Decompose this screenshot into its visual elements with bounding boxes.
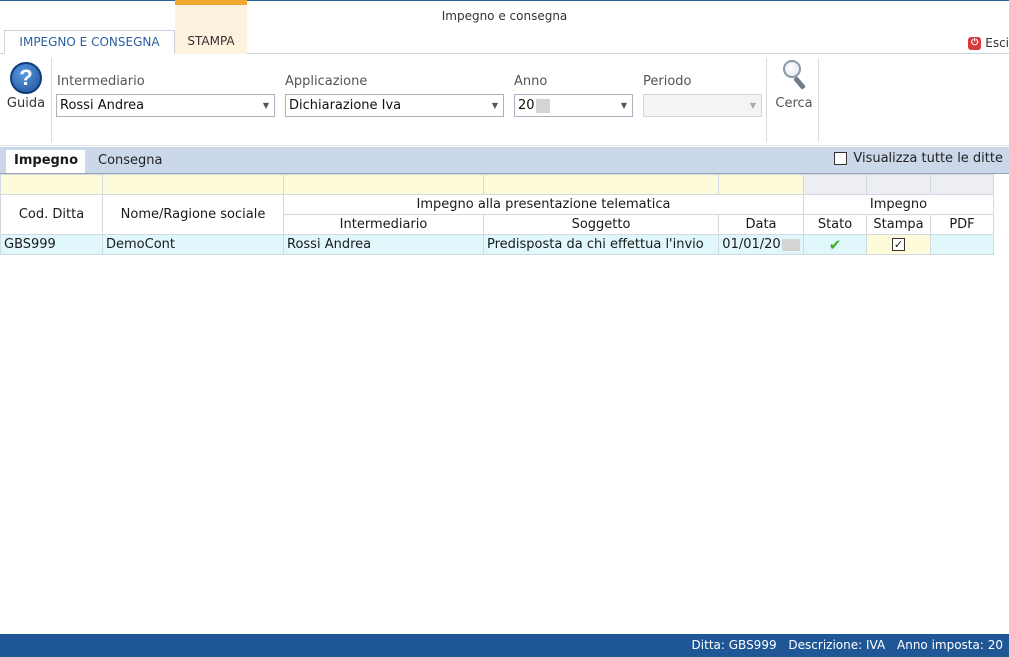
chevron-down-icon: ▼ [262,101,269,110]
cell-data-value: 01/01/20 [722,237,781,252]
chevron-down-icon: ▼ [491,101,498,110]
title-bar: Impegno e consegna [0,0,1009,30]
group-header-impegno: Impegno [803,194,994,215]
cell-stato[interactable]: ✔ [803,234,867,255]
filter-row [0,174,994,195]
checkmark-icon: ✔ [828,235,842,254]
periodo-label: Periodo [643,74,692,89]
intermediario-label: Intermediario [57,74,145,89]
stampa-checkbox[interactable]: ✓ [892,238,905,251]
filter-cell[interactable] [0,174,103,195]
power-icon: ⏻ [968,36,982,50]
tab-consegna[interactable]: Consegna [90,150,171,173]
status-ditta: Ditta: GBS999 [691,638,777,652]
exit-button[interactable]: ⏻ Esci [968,34,1009,52]
toolbar-separator [818,58,819,142]
cell-data[interactable]: 01/01/20 [718,234,804,255]
ribbon-tab-stampa[interactable]: STAMPA [175,30,247,54]
toolbar-separator [51,58,52,142]
stampa-tab-background [175,5,247,30]
cell-nome[interactable]: DemoCont [102,234,284,255]
grid-table: Cod. Ditta Nome/Ragione sociale Impegno … [0,174,994,255]
guida-button[interactable]: ? Guida [6,62,46,111]
redacted-digits [535,98,550,113]
filter-cell[interactable] [102,174,284,195]
subtab-bar: Impegno Consegna Visualizza tutte le dit… [0,147,1009,173]
cell-stampa[interactable]: ✓ [866,234,931,255]
filter-cell [930,174,994,195]
status-bar: Ditta: GBS999 Descrizione: IVA Anno impo… [0,634,1009,657]
cell-intermediario[interactable]: Rossi Andrea [283,234,484,255]
data-grid: Cod. Ditta Nome/Ragione sociale Impegno … [0,173,1009,634]
filter-cell[interactable] [718,174,804,195]
column-header-intermediario[interactable]: Intermediario [283,214,484,235]
applicazione-value: Dichiarazione Iva [289,98,402,113]
column-header-stampa[interactable]: Stampa [866,214,931,235]
cell-pdf[interactable] [930,234,994,255]
exit-label: Esci [985,36,1009,50]
column-header-nome[interactable]: Nome/Ragione sociale [102,194,284,235]
search-icon [779,60,809,92]
cerca-label: Cerca [775,96,813,111]
intermediario-select[interactable]: Rossi Andrea ▼ [56,94,275,117]
applicazione-label: Applicazione [285,74,368,89]
chevron-down-icon: ▼ [749,101,756,110]
column-header-stato[interactable]: Stato [803,214,867,235]
show-all-toggle[interactable]: Visualizza tutte le ditte [834,151,1003,166]
column-header-cod-ditta[interactable]: Cod. Ditta [0,194,103,235]
filter-cell[interactable] [283,174,484,195]
periodo-select[interactable]: ▼ [643,94,762,117]
ribbon-tab-impegno-e-consegna[interactable]: IMPEGNO E CONSEGNA [4,30,175,54]
window-title: Impegno e consegna [441,9,568,23]
column-header-pdf[interactable]: PDF [930,214,994,235]
filter-cell [803,174,867,195]
anno-value: 20 [518,98,535,113]
toolbar-separator [766,58,767,142]
stampa-tab-accent [175,0,247,5]
intermediario-value: Rossi Andrea [60,98,145,113]
anno-select[interactable]: 20 ▼ [514,94,633,117]
redacted-digits [781,238,800,251]
show-all-checkbox[interactable] [834,152,848,165]
column-header-data[interactable]: Data [718,214,804,235]
table-row[interactable]: GBS999 DemoCont Rossi Andrea Predisposta… [0,234,994,255]
column-header-soggetto[interactable]: Soggetto [483,214,719,235]
status-anno: Anno imposta: 20 [897,638,1003,652]
filter-cell[interactable] [483,174,719,195]
ribbon-tabs: IMPEGNO E CONSEGNA STAMPA [0,30,1009,54]
anno-label: Anno [514,74,548,89]
cell-soggetto[interactable]: Predisposta da chi effettua l'invio [483,234,719,255]
toolbar: ? Guida Intermediario Rossi Andrea ▼ App… [0,54,1009,146]
cell-cod-ditta[interactable]: GBS999 [0,234,103,255]
help-icon: ? [10,62,42,94]
app-window: Impegno e consegna IMPEGNO E CONSEGNA ST… [0,0,1009,657]
chevron-down-icon: ▼ [620,101,627,110]
show-all-label: Visualizza tutte le ditte [853,151,1003,166]
group-header-telematica: Impegno alla presentazione telematica [283,194,804,215]
tab-impegno[interactable]: Impegno [6,150,85,173]
applicazione-select[interactable]: Dichiarazione Iva ▼ [285,94,504,117]
status-descrizione: Descrizione: IVA [788,638,886,652]
guida-label: Guida [6,96,46,111]
header-row-group: Cod. Ditta Nome/Ragione sociale Impegno … [0,194,994,235]
filter-cell [866,174,931,195]
cerca-button[interactable]: Cerca [772,60,816,111]
